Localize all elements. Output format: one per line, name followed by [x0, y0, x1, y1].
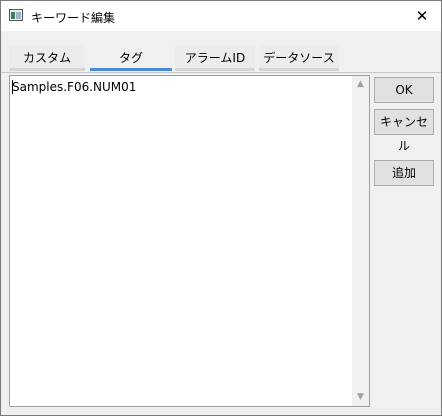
tab-alarm-id[interactable]: アラームID — [175, 45, 255, 71]
tab-content: Samples.F06.NUM01 ▲ ▼ OK キャンセル 追加 — [1, 73, 441, 415]
tab-custom[interactable]: カスタム — [9, 45, 85, 71]
close-icon[interactable]: ✕ — [411, 5, 433, 27]
keyword-edit-dialog: キーワード編集 ✕ カスタム タグ アラームID データソース Samples.… — [0, 0, 442, 416]
keyword-textarea[interactable]: Samples.F06.NUM01 ▲ ▼ — [9, 75, 370, 407]
vertical-scrollbar[interactable]: ▲ ▼ — [352, 76, 369, 406]
cancel-button[interactable]: キャンセル — [374, 109, 434, 153]
tab-strip: カスタム タグ アラームID データソース — [1, 31, 441, 73]
text-caret — [12, 80, 13, 94]
title-bar: キーワード編集 ✕ — [1, 1, 441, 31]
add-button[interactable]: 追加 — [374, 160, 434, 186]
tab-tag[interactable]: タグ — [90, 45, 172, 71]
tab-data-source[interactable]: データソース — [259, 45, 339, 71]
scroll-up-arrow-icon[interactable]: ▲ — [352, 76, 369, 93]
scroll-down-arrow-icon[interactable]: ▼ — [352, 389, 369, 406]
keyword-text: Samples.F06.NUM01 — [12, 80, 137, 94]
ok-button[interactable]: OK — [374, 77, 434, 103]
window-title: キーワード編集 — [31, 11, 116, 25]
application-icon — [9, 9, 23, 21]
